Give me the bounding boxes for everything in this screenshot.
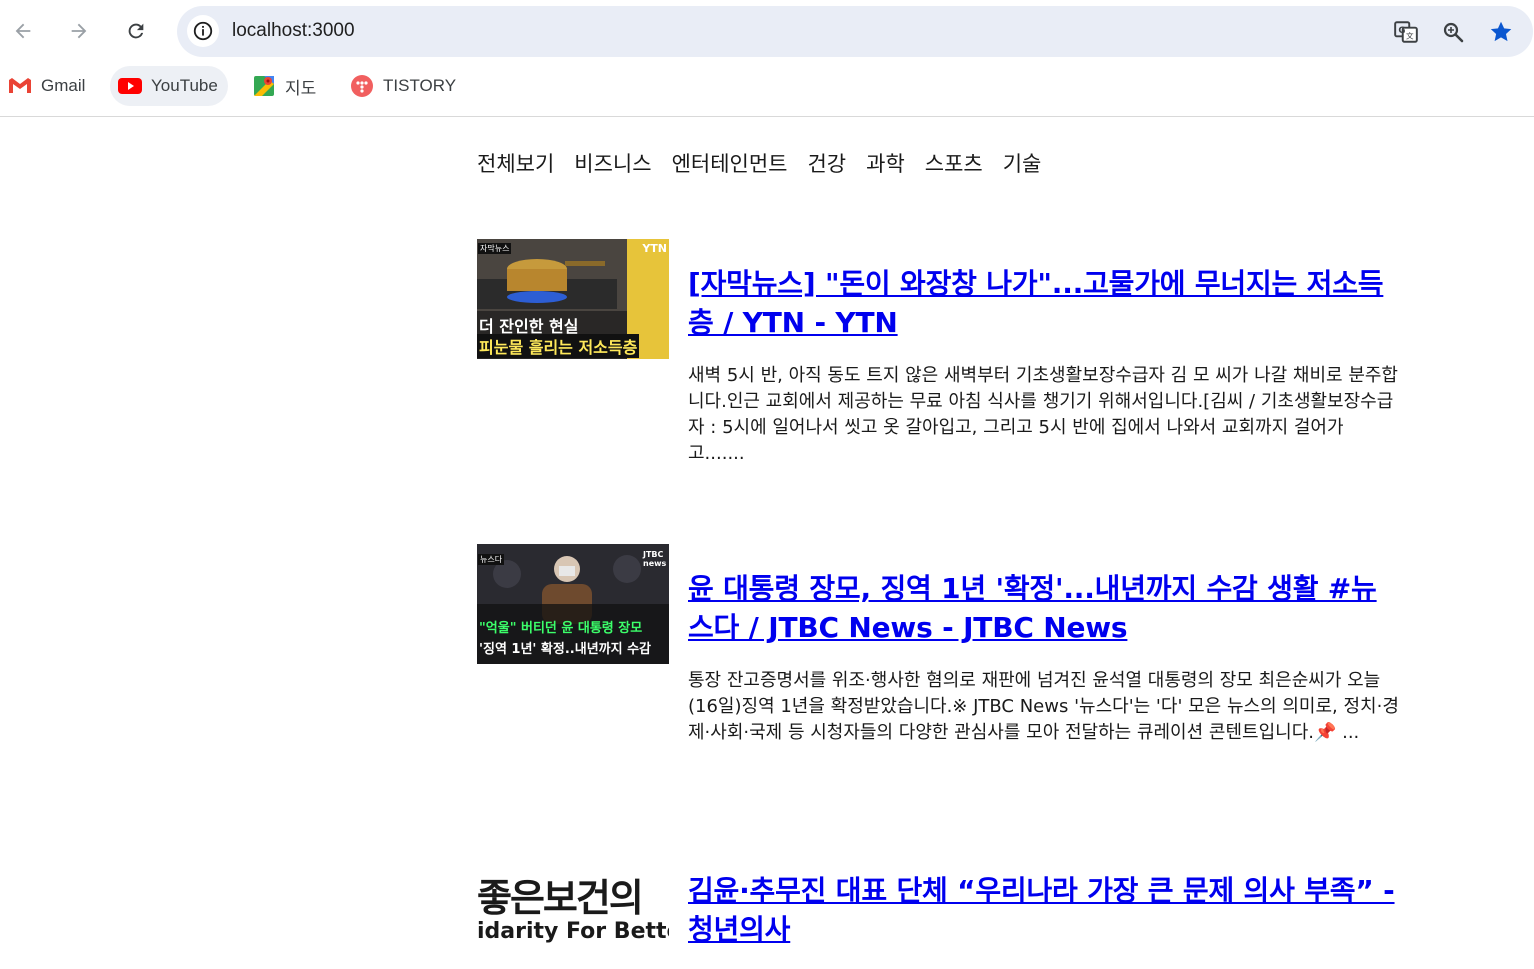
- gmail-icon: [8, 74, 32, 98]
- zoom-icon: [1443, 22, 1464, 43]
- thumb-brand: JTBC news: [643, 550, 667, 568]
- bookmark-tistory[interactable]: TISTORY: [342, 66, 466, 106]
- arrow-right-icon: [71, 23, 87, 39]
- category-entertainment[interactable]: 엔터테인먼트: [672, 148, 788, 178]
- address-bar[interactable]: localhost:3000 G 文: [177, 6, 1533, 57]
- category-health[interactable]: 건강: [807, 148, 846, 178]
- thumb-line: "억울" 버티던 윤 대통령 장모: [479, 621, 643, 636]
- bookmark-youtube[interactable]: YouTube: [110, 66, 228, 106]
- reload-button[interactable]: [118, 13, 154, 49]
- category-all[interactable]: 전체보기: [477, 148, 554, 178]
- article-description: 새벽 5시 반, 아직 동도 트지 않은 새벽부터 기초생활보장수급자 김 모 …: [688, 365, 1398, 464]
- translate-button[interactable]: G 文: [1392, 18, 1420, 46]
- article-description: 통장 잔고증명서를 위조·행사한 혐의로 재판에 넘겨진 윤석열 대통령의 장모…: [688, 670, 1399, 743]
- bookmarks-bar: Gmail YouTube 지도 TISTORY: [0, 62, 1534, 117]
- url-text[interactable]: localhost:3000: [232, 20, 355, 42]
- reload-icon: [128, 23, 144, 39]
- bookmark-label: TISTORY: [383, 76, 457, 95]
- forward-button[interactable]: [61, 13, 97, 49]
- article-item: 뉴스다 JTBC news "억울" 버티던 윤 대통령 장모 '징역 1년' …: [477, 544, 1402, 784]
- category-business[interactable]: 비즈니스: [574, 148, 651, 178]
- thumb-tag: 자막뉴스: [478, 243, 512, 254]
- bookmark-label: Gmail: [41, 76, 86, 95]
- bookmark-label: 지도: [285, 78, 317, 98]
- article-thumbnail[interactable]: 뉴스다 JTBC news "억울" 버티던 윤 대통령 장모 '징역 1년' …: [477, 544, 669, 664]
- site-info-button[interactable]: [187, 15, 219, 47]
- category-nav: 전체보기 비즈니스 엔터테인먼트 건강 과학 스포츠 기술: [477, 148, 1061, 178]
- maps-icon: [252, 74, 276, 98]
- article-thumbnail[interactable]: 좋은보건의 idarity For Bette: [477, 849, 669, 969]
- article-title-link[interactable]: [자막뉴스] "돈이 와장창 나가"...고물가에 무너지는 저소득층 / YT…: [688, 264, 1400, 342]
- thumb-line: 피눈물 흘리는 저소득층: [477, 334, 640, 358]
- article-thumbnail[interactable]: 자막뉴스 YTN 더 잔인한 현실 피눈물 흘리는 저소득층: [477, 239, 669, 359]
- category-sports[interactable]: 스포츠: [925, 148, 983, 178]
- article-item: 좋은보건의 idarity For Bette 김윤·추무진 대표 단체 “우리…: [477, 849, 1402, 969]
- svg-text:G: G: [1398, 26, 1405, 36]
- bookmark-gmail[interactable]: Gmail: [0, 66, 95, 106]
- bookmark-label: YouTube: [151, 76, 218, 95]
- info-icon: [193, 21, 213, 41]
- youtube-icon: [118, 74, 142, 98]
- category-science[interactable]: 과학: [866, 148, 905, 178]
- bookmark-maps[interactable]: 지도: [244, 66, 326, 106]
- back-button[interactable]: [5, 13, 41, 49]
- svg-text:文: 文: [1406, 31, 1414, 41]
- bookmark-star-button[interactable]: [1487, 18, 1515, 46]
- thumb-tag: 뉴스다: [478, 554, 505, 565]
- article-item: 자막뉴스 YTN 더 잔인한 현실 피눈물 흘리는 저소득층 [자막뉴스] "돈…: [477, 239, 1402, 479]
- thumb-brand: YTN: [642, 242, 667, 255]
- zoom-button[interactable]: [1439, 18, 1467, 46]
- browser-toolbar: localhost:3000 G 文: [0, 0, 1534, 62]
- star-icon: [1490, 21, 1512, 42]
- thumb-line: 좋은보건의: [477, 876, 644, 920]
- thumb-line: '징역 1년' 확정..내년까지 수감: [479, 642, 652, 657]
- article-title-link[interactable]: 김윤·추무진 대표 단체 “우리나라 가장 큰 문제 의사 부족” - 청년의사: [688, 871, 1400, 949]
- tistory-icon: [350, 74, 374, 98]
- category-technology[interactable]: 기술: [1003, 148, 1042, 178]
- article-title-link[interactable]: 윤 대통령 장모, 징역 1년 '확정'...내년까지 수감 생활 #뉴스다 /…: [688, 569, 1400, 647]
- arrow-left-icon: [15, 23, 31, 39]
- translate-icon: G 文: [1394, 21, 1418, 43]
- thumb-line: idarity For Bette: [477, 919, 669, 944]
